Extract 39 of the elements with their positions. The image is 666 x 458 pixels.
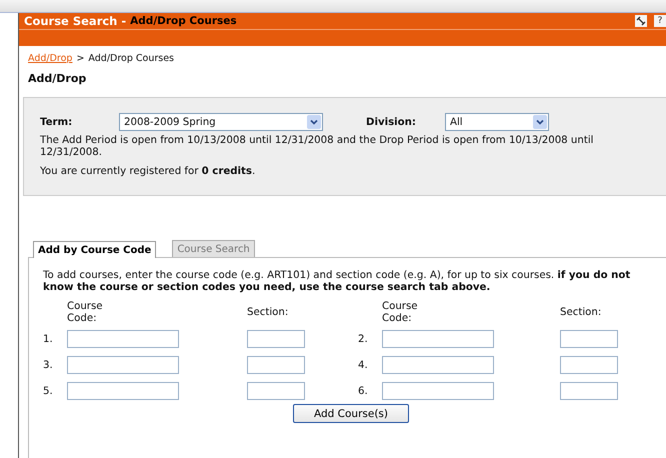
- column-header: Course Code:: [67, 301, 104, 325]
- period-text: The Add Period is open from 10/13/2008 until 12/31/2008 and the Drop Period is open from 10/13/2008 until 12/31/2008.: [40, 135, 594, 159]
- section-field[interactable]: [247, 382, 305, 400]
- tab[interactable]: Add by Course Code: [33, 241, 156, 258]
- course-code-field[interactable]: [382, 382, 494, 400]
- section-field[interactable]: [560, 382, 618, 400]
- course-code-field[interactable]: [382, 330, 494, 348]
- add-courses-button[interactable]: Add Course(s): [293, 404, 409, 423]
- row-number: 3.: [43, 360, 54, 370]
- section-field[interactable]: [247, 330, 305, 348]
- row-number: 4.: [358, 360, 369, 370]
- course-code-field[interactable]: [67, 382, 179, 400]
- column-header: Course Code:: [382, 301, 419, 325]
- term-dropdown[interactable]: 2008-2009 Spring: [119, 113, 323, 131]
- row-number: 6.: [358, 386, 369, 396]
- breadcrumb-separator: >: [76, 53, 84, 64]
- row-number: 5.: [43, 386, 54, 396]
- section-heading: Add/Drop: [28, 72, 88, 85]
- app-title: Course Search: [24, 14, 118, 28]
- help-icon[interactable]: ?: [654, 15, 666, 27]
- section-field[interactable]: [560, 356, 618, 374]
- row-number: 2.: [358, 334, 369, 344]
- breadcrumb-link[interactable]: Add/Drop: [28, 53, 72, 64]
- instructions-text: To add courses, enter the course code (e.g. ART101) and section code (e.g. A), for up to six courses. if you do not know the course or section codes you need, use the course search tab above.: [43, 270, 632, 294]
- page-title: Add/Drop Courses: [130, 15, 237, 27]
- term-label: Term:: [40, 116, 74, 128]
- course-code-field[interactable]: [67, 356, 179, 374]
- title-separator: -: [121, 14, 126, 28]
- course-code-field[interactable]: [382, 356, 494, 374]
- credits-text: You are currently registered for 0 credits.: [40, 166, 256, 177]
- division-dropdown[interactable]: All: [445, 113, 549, 131]
- row-number: 1.: [43, 334, 54, 344]
- breadcrumb-current: Add/Drop Courses: [88, 53, 174, 64]
- section-field[interactable]: [247, 356, 305, 374]
- course-code-field[interactable]: [67, 330, 179, 348]
- section-field[interactable]: [560, 330, 618, 348]
- division-label: Division:: [366, 116, 417, 128]
- column-header: Section:: [560, 307, 602, 319]
- column-header: Section:: [247, 307, 290, 319]
